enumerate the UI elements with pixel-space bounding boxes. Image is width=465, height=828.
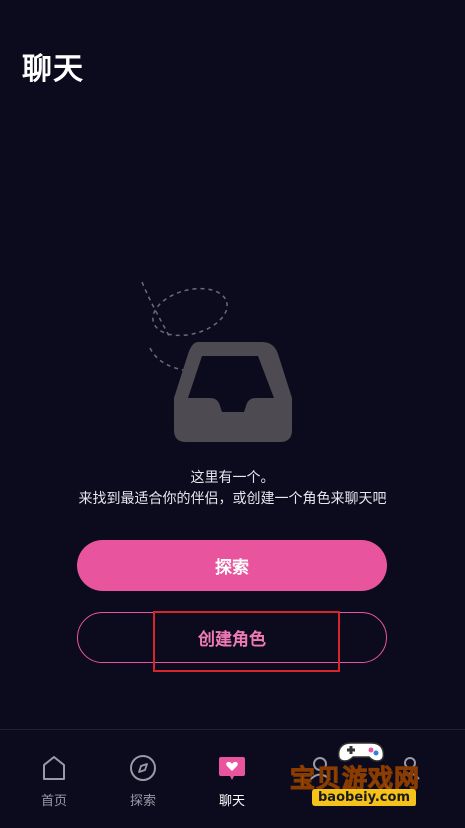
tab-home-label: 首页 <box>40 794 67 809</box>
tab-home[interactable]: 首页 <box>24 752 84 809</box>
empty-inbox-icon <box>141 281 292 442</box>
explore-button[interactable]: 探索 <box>77 540 387 591</box>
compass-icon <box>113 752 173 784</box>
annotation-highlight-box <box>153 611 340 672</box>
page-title: 聊天 <box>22 52 84 87</box>
tab-explore-label: 探索 <box>129 794 156 809</box>
empty-state-line1: 这里有一个。 <box>190 470 275 486</box>
home-icon <box>24 752 84 784</box>
tab-chat-label: 聊天 <box>218 794 245 809</box>
tab-explore[interactable]: 探索 <box>113 752 173 809</box>
chat-heart-icon <box>202 752 262 784</box>
watermark-logo: 宝贝游戏网 baobeiy.com <box>286 737 436 817</box>
empty-state-message: 这里有一个。 来找到最适合你的伴侣，或创建一个角色来聊天吧 <box>0 468 465 510</box>
empty-state-line2: 来找到最适合你的伴侣，或创建一个角色来聊天吧 <box>78 491 387 507</box>
tab-chat[interactable]: 聊天 <box>202 752 262 809</box>
watermark-url: baobeiy.com <box>312 789 416 806</box>
